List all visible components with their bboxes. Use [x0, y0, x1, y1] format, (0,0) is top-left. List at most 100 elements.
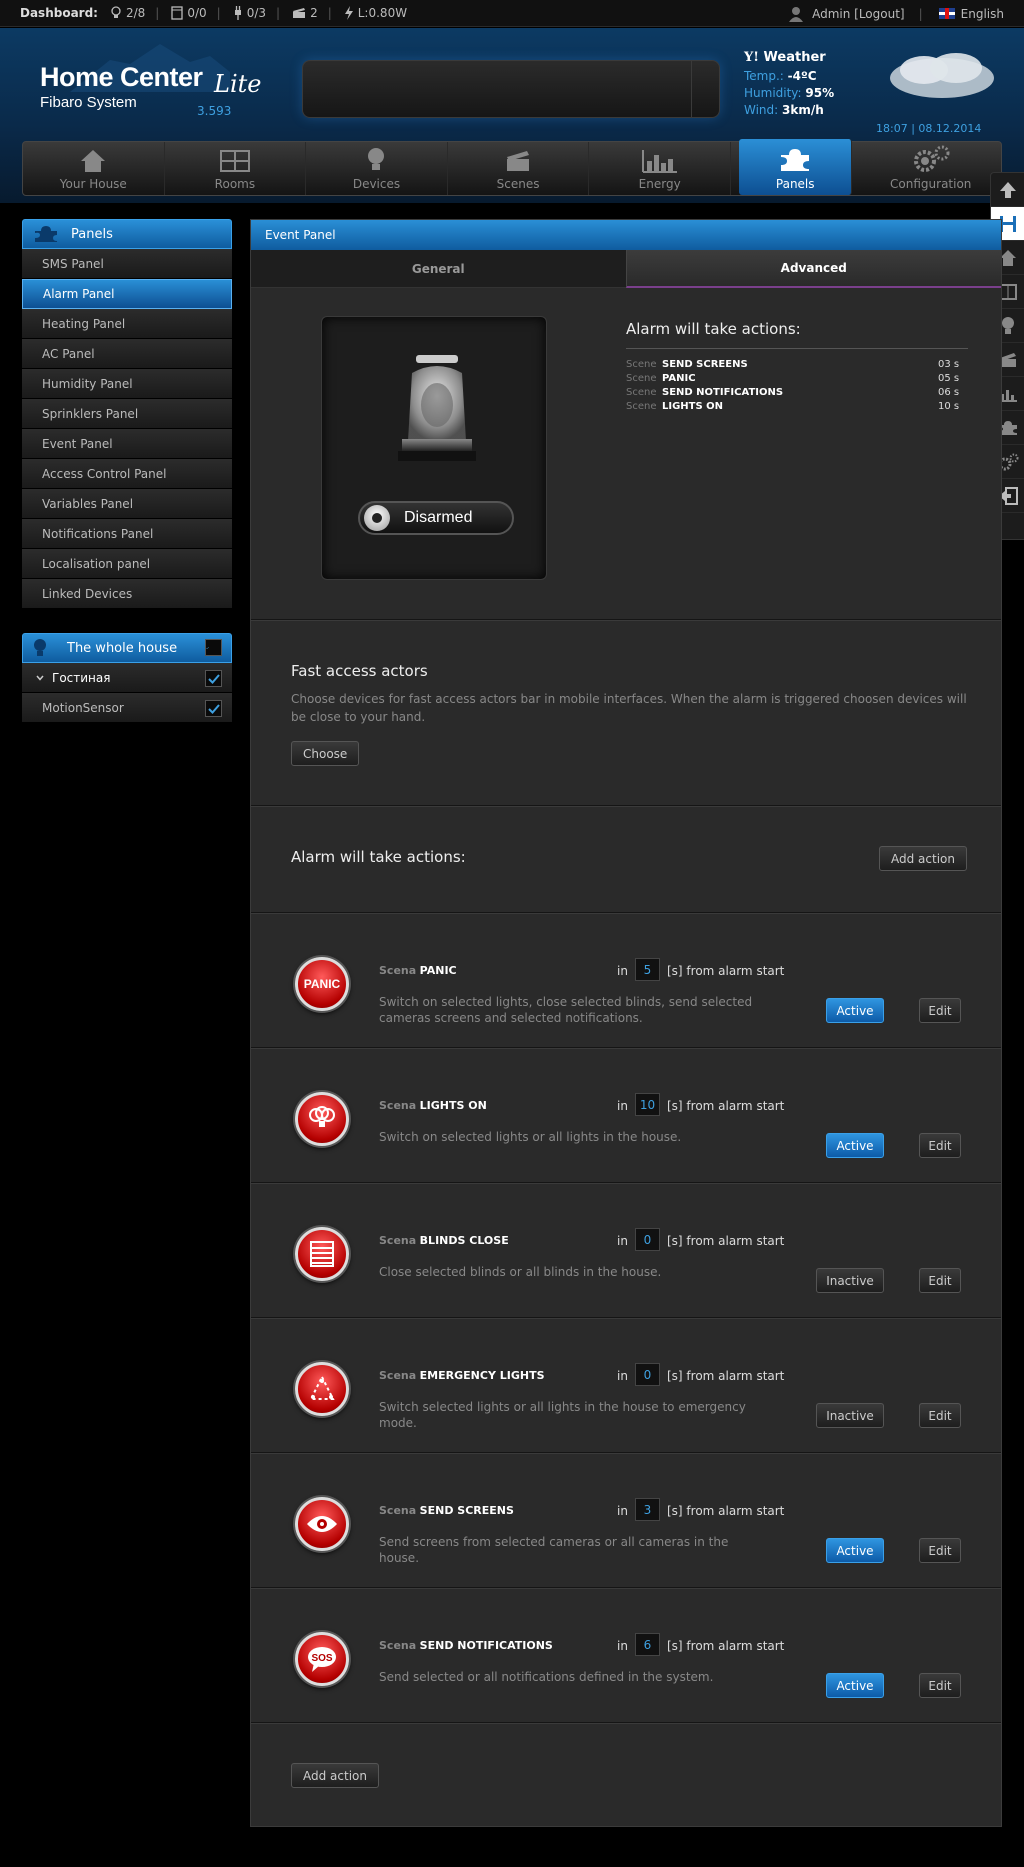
sidebar-item-sprinklers-panel[interactable]: Sprinklers Panel: [22, 399, 232, 429]
cloud-icon: [890, 53, 994, 98]
room-label: Гостиная: [52, 670, 111, 685]
scene-description: Send selected or all notifications defin…: [379, 1670, 714, 1684]
alarm-toggle[interactable]: Disarmed: [358, 501, 514, 535]
edit-button[interactable]: Edit: [919, 1268, 961, 1293]
check-icon: [206, 646, 209, 649]
from-label: [s] from alarm start: [667, 1639, 785, 1653]
scene-description: Send screens from selected cameras or al…: [379, 1535, 729, 1565]
delay-input[interactable]: 5: [635, 958, 660, 981]
scene-name: Scena SEND SCREENS: [379, 1504, 514, 1517]
sidebar-item-humidity-panel[interactable]: Humidity Panel: [22, 369, 232, 399]
in-label: in: [617, 964, 628, 978]
edit-button[interactable]: Edit: [919, 998, 961, 1023]
delay-input[interactable]: 0: [635, 1363, 660, 1386]
delay-input[interactable]: 6: [635, 1633, 660, 1656]
status-button[interactable]: Active: [826, 1538, 884, 1563]
nav-label: Configuration: [890, 177, 972, 191]
weather-widget: Y! Weather Temp.: -4ºC Humidity: 95% Win…: [744, 50, 834, 120]
sidebar-item-localisation-panel[interactable]: Localisation panel: [22, 549, 232, 579]
edit-button[interactable]: Edit: [919, 1673, 961, 1698]
sidebar-item-notifications-panel[interactable]: Notifications Panel: [22, 519, 232, 549]
status-button[interactable]: Active: [826, 998, 884, 1023]
nav-devices[interactable]: Devices: [306, 142, 448, 195]
sidebar-item-heating-panel[interactable]: Heating Panel: [22, 309, 232, 339]
scroll-top-button[interactable]: [990, 173, 1024, 207]
actions-title: Alarm will take actions:: [291, 848, 466, 866]
sidebar-item-linked-devices[interactable]: Linked Devices: [22, 579, 232, 609]
sidebar-item-alarm-panel[interactable]: Alarm Panel: [22, 279, 232, 309]
status-button[interactable]: Inactive: [816, 1268, 884, 1293]
gears-icon: [913, 145, 950, 172]
summary-row: Scene LIGHTS ON 10 s: [626, 401, 960, 412]
sidebar-item-variables-panel[interactable]: Variables Panel: [22, 489, 232, 519]
tab-advanced[interactable]: Advanced: [625, 250, 1001, 288]
scene-row-lights-on: Scena LIGHTS ON in 10 [s] from alarm sta…: [251, 1048, 1001, 1183]
bulb-icon: [368, 148, 385, 170]
power-counter[interactable]: L:0.80W: [344, 6, 407, 20]
from-label: [s] from alarm start: [667, 1369, 785, 1383]
status-button[interactable]: Active: [826, 1673, 884, 1698]
nav-your-house[interactable]: Your House: [23, 142, 165, 195]
house-checkbox[interactable]: [205, 639, 222, 656]
edit-button[interactable]: Edit: [919, 1538, 961, 1563]
delay-input[interactable]: 3: [635, 1498, 660, 1521]
add-action-button-bottom[interactable]: Add action: [291, 1763, 379, 1788]
sidebar-item-event-panel[interactable]: Event Panel: [22, 429, 232, 459]
sidebar-item-access-control-panel[interactable]: Access Control Panel: [22, 459, 232, 489]
language-selector[interactable]: English: [938, 6, 1004, 21]
energy-chart-icon: [641, 150, 677, 173]
status-button[interactable]: Active: [826, 1133, 884, 1158]
tab-general[interactable]: General: [251, 250, 626, 288]
nav-scenes[interactable]: Scenes: [448, 142, 590, 195]
plugs-counter[interactable]: 0/3: [233, 6, 266, 20]
eye-icon: [295, 1497, 349, 1551]
delay-input[interactable]: 0: [635, 1228, 660, 1251]
language-label: English: [960, 6, 1004, 21]
sidebar-item-ac-panel[interactable]: AC Panel: [22, 339, 232, 369]
power-value: L:0.80W: [357, 6, 408, 20]
status-button[interactable]: Inactive: [816, 1403, 884, 1428]
from-label: [s] from alarm start: [667, 1504, 785, 1518]
sos-icon: SOS: [295, 1632, 349, 1686]
blinds-icon: [295, 1227, 349, 1281]
fast-access-title: Fast access actors: [291, 662, 428, 680]
scene-description: Switch on selected lights, close selecte…: [379, 995, 753, 1025]
yahoo-icon: Y!: [744, 50, 759, 65]
sidebar-item-sms-panel[interactable]: SMS Panel: [22, 249, 232, 279]
sidebar-title: Panels: [71, 226, 113, 242]
bulbs-icon: [295, 1092, 349, 1146]
check-icon: [207, 703, 220, 714]
wind-value: 3km/h: [782, 103, 824, 117]
clapper-icon: [507, 151, 530, 171]
room-checkbox[interactable]: [205, 670, 222, 687]
device-item[interactable]: MotionSensor: [22, 693, 232, 723]
choose-button[interactable]: Choose: [291, 741, 360, 766]
nav-energy[interactable]: Energy: [589, 142, 731, 195]
delay-input[interactable]: 10: [635, 1093, 660, 1116]
edit-button[interactable]: Edit: [919, 1133, 961, 1158]
fast-access-section: Fast access actors Choose devices for fa…: [251, 620, 1001, 806]
humidity-value: 95%: [805, 86, 835, 100]
scene-description: Switch on selected lights or all lights …: [379, 1130, 682, 1144]
arrow-up-icon: [999, 181, 1016, 198]
fast-access-description: Choose devices for fast access actors ba…: [291, 692, 967, 724]
panic-icon: PANIC: [295, 957, 349, 1011]
scenes-counter[interactable]: 2: [292, 6, 318, 20]
summary-title: Alarm will take actions:: [626, 320, 968, 349]
lightning-icon: [344, 6, 353, 20]
admin-logout-link[interactable]: Admin [Logout]: [812, 7, 905, 21]
nav-rooms[interactable]: Rooms: [165, 142, 307, 195]
add-action-button[interactable]: Add action: [879, 846, 967, 871]
device-checkbox[interactable]: [205, 700, 222, 717]
nav-panels[interactable]: Panels: [738, 139, 853, 195]
puzzle-icon: [781, 149, 810, 171]
edit-button[interactable]: Edit: [919, 1403, 961, 1428]
house-header[interactable]: The whole house: [22, 633, 232, 663]
in-label: in: [617, 1504, 628, 1518]
blinds-counter[interactable]: 0/0: [171, 6, 207, 20]
nav-configuration[interactable]: Configuration: [860, 142, 1001, 195]
room-item[interactable]: Гостиная: [22, 663, 232, 693]
lights-counter[interactable]: 2/8: [110, 6, 145, 20]
scene-name: Scena LIGHTS ON: [379, 1099, 487, 1112]
weather-title: Y! Weather: [744, 50, 826, 65]
